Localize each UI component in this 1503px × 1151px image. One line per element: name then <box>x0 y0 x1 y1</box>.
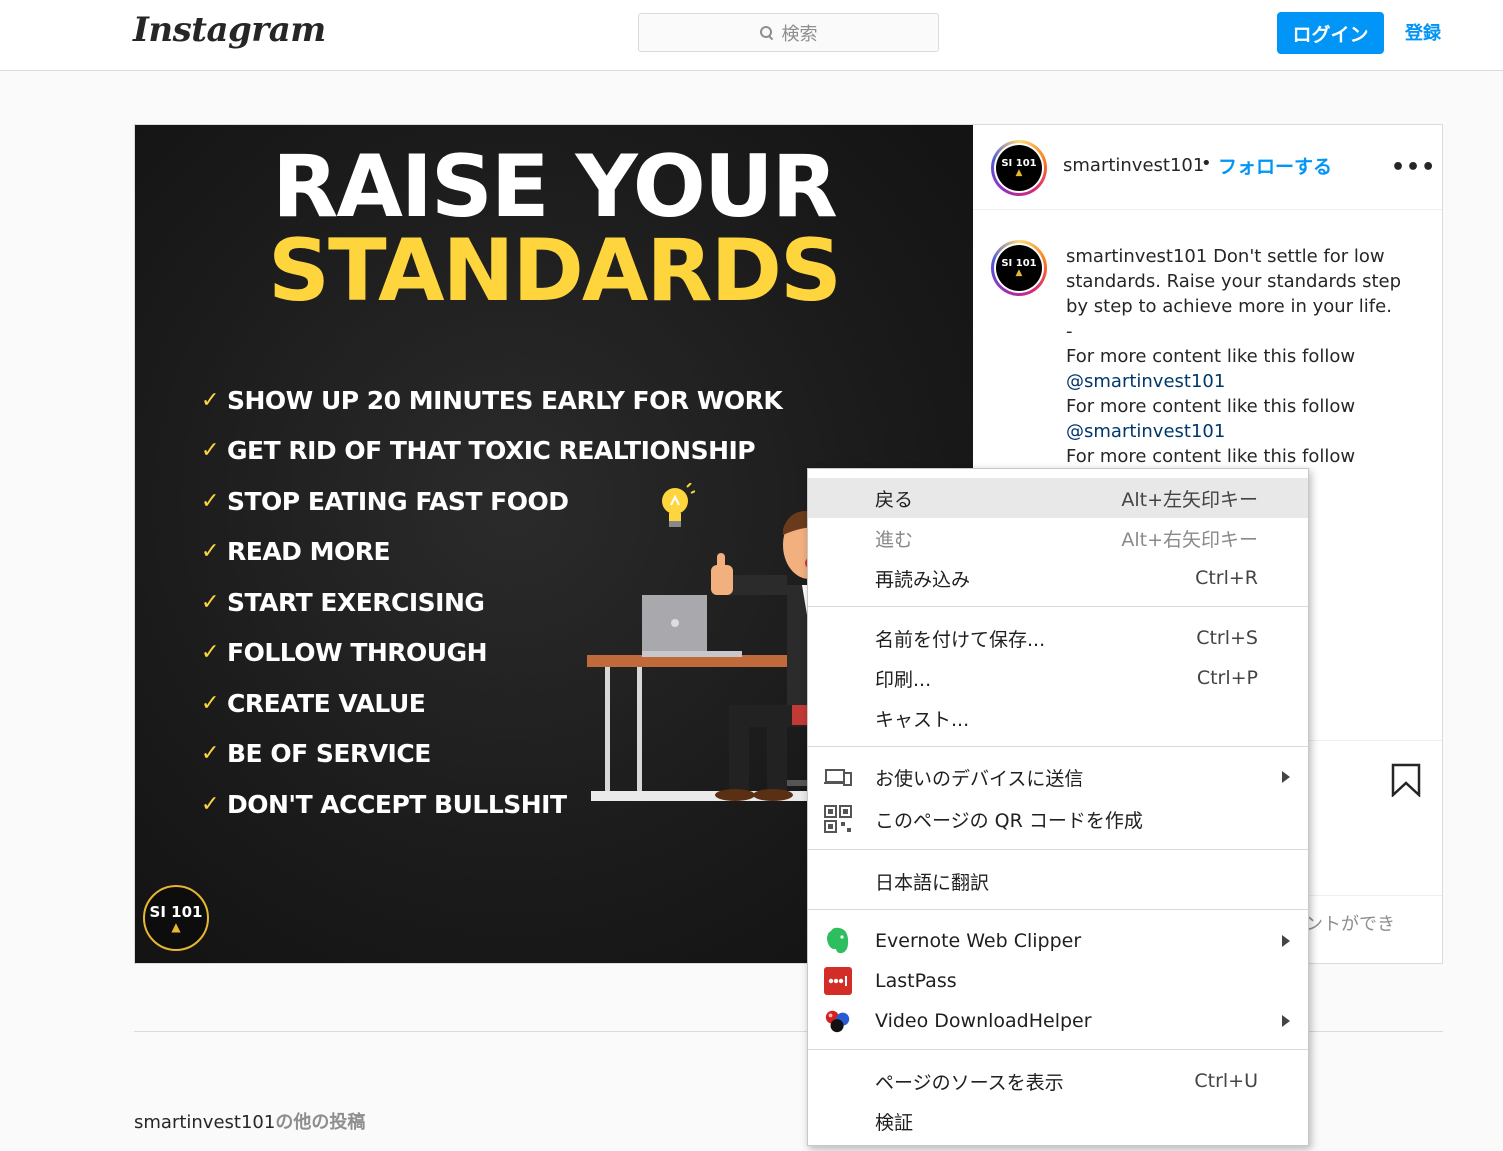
caption-follow-line: For more content like this follow <box>1066 346 1356 367</box>
user-avatar[interactable]: SI 101 ▲ <box>991 140 1047 196</box>
follow-button[interactable]: フォローする <box>1218 152 1332 179</box>
menu-item-video-downloadhelper[interactable]: Video DownloadHelper <box>808 1001 1308 1041</box>
menu-item-forward: 進む Alt+右矢印キー <box>875 528 1258 551</box>
menu-item-create-qr-code[interactable]: このページの QR コードを作成 <box>808 799 1308 839</box>
menu-item-back[interactable]: 戻る Alt+左矢印キー <box>808 478 1308 518</box>
evernote-icon <box>824 927 852 955</box>
image-title-line2: STANDARDS <box>268 221 842 321</box>
signup-link[interactable]: 登録 <box>1405 19 1441 45</box>
arrow-icon: ▲ <box>1015 168 1023 178</box>
menu-separator <box>808 909 1308 910</box>
menu-item-reload[interactable]: 再読み込み Ctrl+R <box>808 558 1308 598</box>
menu-item-save-as[interactable]: 名前を付けて保存... Ctrl+S <box>808 618 1308 658</box>
separator-dot: • <box>1201 153 1212 174</box>
post-header: SI 101 ▲ smartinvest101 • フォローする ••• <box>973 125 1442 210</box>
more-posts-username[interactable]: smartinvest101 <box>134 1112 275 1133</box>
arrow-icon: ▲ <box>171 920 181 934</box>
menu-item-send-to-devices[interactable]: お使いのデバイスに送信 <box>808 757 1308 797</box>
submenu-arrow-icon <box>1282 771 1290 783</box>
menu-item-evernote[interactable]: Evernote Web Clipper <box>808 921 1308 961</box>
check-icon: ✓ <box>201 690 219 716</box>
caption-username[interactable]: smartinvest101 <box>1066 246 1207 267</box>
caption-avatar[interactable]: SI 101 ▲ <box>991 240 1047 296</box>
lastpass-icon <box>824 967 852 995</box>
menu-item-view-source[interactable]: ページのソースを表示 Ctrl+U <box>808 1061 1308 1101</box>
top-navigation-bar: Instagram 検索 ログイン 登録 <box>0 0 1503 71</box>
check-icon: ✓ <box>201 589 219 615</box>
more-options-icon[interactable]: ••• <box>1391 155 1436 180</box>
search-placeholder: 検索 <box>781 23 818 45</box>
context-menu: 戻る Alt+左矢印キー 進む Alt+右矢印キー 再読み込み Ctrl+R 名… <box>807 468 1309 1146</box>
menu-item-inspect[interactable]: 検証 <box>808 1101 1308 1141</box>
bookmark-icon[interactable] <box>1391 763 1421 797</box>
menu-item-translate[interactable]: 日本語に翻訳 <box>808 861 1308 901</box>
instagram-logo[interactable]: Instagram <box>133 10 326 50</box>
si101-badge: SI 101 ▲ <box>143 885 209 951</box>
checklist-item: ✓ SHOW UP 20 MINUTES EARLY FOR WORK <box>201 385 783 415</box>
mention-link[interactable]: @smartinvest101 <box>1066 371 1225 392</box>
caption-follow-line: For more content like this follow <box>1066 396 1356 417</box>
caption-follow-line: For more content like this follow <box>1066 446 1356 467</box>
check-icon: ✓ <box>201 741 219 767</box>
post-username[interactable]: smartinvest101 <box>1063 155 1204 176</box>
qr-code-icon <box>824 805 852 833</box>
devices-icon <box>824 763 852 791</box>
comments-disabled-note: ントができ <box>1305 914 1395 935</box>
login-button[interactable]: ログイン <box>1277 12 1384 54</box>
menu-item-cast[interactable]: キャスト... <box>808 698 1308 738</box>
search-icon <box>759 25 774 40</box>
check-icon: ✓ <box>201 791 219 817</box>
more-posts-heading: smartinvest101の他の投稿 <box>134 1112 366 1133</box>
caption-dash: - <box>1066 321 1073 342</box>
check-icon: ✓ <box>201 640 219 666</box>
check-icon: ✓ <box>201 539 219 565</box>
arrow-icon: ▲ <box>1015 268 1023 278</box>
check-icon: ✓ <box>201 387 219 413</box>
submenu-arrow-icon <box>1282 935 1290 947</box>
menu-separator <box>808 1049 1308 1050</box>
mention-link[interactable]: @smartinvest101 <box>1066 421 1225 442</box>
menu-separator <box>808 746 1308 747</box>
menu-separator <box>808 606 1308 607</box>
checklist-item: ✓ GET RID OF THAT TOXIC REALTIONSHIP <box>201 436 756 466</box>
menu-separator <box>808 849 1308 850</box>
menu-item-print[interactable]: 印刷... Ctrl+P <box>808 658 1308 698</box>
check-icon: ✓ <box>201 488 219 514</box>
check-icon: ✓ <box>201 438 219 464</box>
post-caption: smartinvest101 Don't settle for low stan… <box>1066 244 1426 469</box>
search-box[interactable]: 検索 <box>638 13 939 52</box>
submenu-arrow-icon <box>1282 1015 1290 1027</box>
menu-item-lastpass[interactable]: LastPass <box>808 961 1308 1001</box>
video-downloadhelper-icon <box>824 1007 852 1035</box>
